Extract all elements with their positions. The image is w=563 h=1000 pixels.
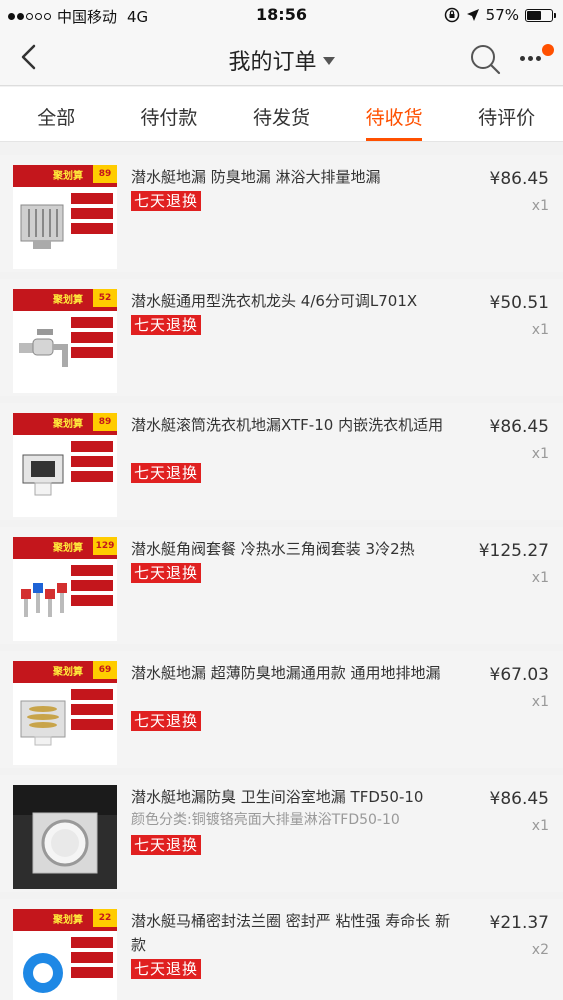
tab-pending-shipment[interactable]: 待发货 <box>225 87 338 141</box>
product-quantity: x1 <box>531 446 549 462</box>
thumb-promo-text: 聚划算 <box>53 419 83 430</box>
product-thumbnail <box>13 785 117 889</box>
product-thumbnail: 聚划算 52 <box>13 289 117 393</box>
product-price: ¥67.03 <box>489 665 549 685</box>
refund-badge: 七天退换 <box>131 315 202 335</box>
caret-down-icon <box>322 57 335 65</box>
order-item[interactable]: 潜水艇地漏防臭 卫生间浴室地漏 TFD50-10 颜色分类:铜镀铬亮面大排量淋浴… <box>0 775 563 892</box>
product-thumbnail: 聚划算 129 <box>13 537 117 641</box>
tab-pending-review[interactable]: 待评价 <box>450 87 563 141</box>
order-item[interactable]: 聚划算 89 潜水艇滚筒洗衣机地漏XTF-10 内嵌洗衣机适用 七天退换 ¥86… <box>0 403 563 520</box>
more-button[interactable] <box>516 44 556 74</box>
product-quantity: x1 <box>531 818 549 834</box>
refund-badge: 七天退换 <box>131 563 202 583</box>
search-icon <box>471 45 501 75</box>
product-quantity: x1 <box>531 198 549 214</box>
product-title: 潜水艇地漏 防臭地漏 淋浴大排量地漏 <box>131 168 381 186</box>
refund-badge: 七天退换 <box>131 835 202 855</box>
search-button[interactable] <box>468 42 502 76</box>
washer-drain-image <box>22 454 64 496</box>
rotation-lock-icon <box>444 7 459 23</box>
product-quantity: x1 <box>531 694 549 710</box>
refund-badge: 七天退换 <box>131 711 202 731</box>
tab-pending-receipt[interactable]: 待收货 <box>338 87 451 141</box>
product-title: 潜水艇通用型洗衣机龙头 4/6分可调L701X <box>131 292 418 310</box>
thumb-promo-text: 聚划算 <box>53 295 83 306</box>
thumb-promo-text: 聚划算 <box>53 915 83 926</box>
product-price: ¥50.51 <box>489 293 549 313</box>
thumb-price-tag: 89 <box>93 165 117 183</box>
page-title-text: 我的订单 <box>228 50 317 75</box>
order-item[interactable]: 聚划算 52 潜水艇通用型洗衣机龙头 4/6分可调L701X 七天退换 ¥50.… <box>0 279 563 396</box>
product-thumbnail: 聚划算 89 <box>13 165 117 269</box>
order-item[interactable]: 聚划算 69 潜水艇地漏 超薄防臭地漏通用款 通用地排地漏 七天退换 ¥67.0… <box>0 651 563 768</box>
product-price: ¥21.37 <box>489 913 549 933</box>
chrome-drain-image <box>32 812 98 874</box>
more-icon <box>520 56 541 61</box>
thumb-promo-text: 聚划算 <box>53 171 83 182</box>
product-price: ¥86.45 <box>489 417 549 437</box>
order-item[interactable]: 聚划算 89 潜水艇地漏 防臭地漏 淋浴大排量地漏 七天退换 ¥86.45 x1 <box>0 155 563 272</box>
order-tabs: 全部 待付款 待发货 待收货 待评价 <box>0 87 563 142</box>
thumb-price-tag: 89 <box>93 413 117 431</box>
product-thumbnail: 聚划算 69 <box>13 661 117 765</box>
seal-ring-image <box>23 953 63 993</box>
tab-all[interactable]: 全部 <box>0 87 113 141</box>
product-title: 潜水艇马桶密封法兰圈 密封严 粘性强 寿命长 新款 <box>131 912 451 954</box>
floor-drain-image <box>20 204 64 249</box>
angle-valve-image <box>21 583 67 617</box>
thumb-price-tag: 22 <box>93 909 117 927</box>
thumb-price-tag: 129 <box>93 537 117 555</box>
slim-drain-image <box>20 700 66 746</box>
product-quantity: x1 <box>531 322 549 338</box>
tab-pending-payment[interactable]: 待付款 <box>113 87 226 141</box>
refund-badge: 七天退换 <box>131 191 202 211</box>
product-title: 潜水艇角阀套餐 冷热水三角阀套装 3冷2热 <box>131 540 415 558</box>
order-item[interactable]: 聚划算 22 潜水艇马桶密封法兰圈 密封严 粘性强 寿命长 新款 七天退换 ¥2… <box>0 899 563 1000</box>
product-title: 潜水艇滚筒洗衣机地漏XTF-10 内嵌洗衣机适用 <box>131 416 444 434</box>
thumb-price-tag: 69 <box>93 661 117 679</box>
product-title: 潜水艇地漏防臭 卫生间浴室地漏 TFD50-10 <box>131 788 424 806</box>
notification-dot <box>542 44 554 56</box>
nav-bar: 我的订单 <box>0 30 563 86</box>
product-quantity: x1 <box>531 570 549 586</box>
refund-badge: 七天退换 <box>131 959 202 979</box>
refund-badge: 七天退换 <box>131 463 202 483</box>
order-item[interactable]: 聚划算 129 潜水艇角阀套餐 冷热水三角阀套装 3冷2热 七天退换 ¥125.… <box>0 527 563 644</box>
product-variant: 颜色分类:铜镀铬亮面大排量淋浴TFD50-10 <box>131 812 400 828</box>
product-price: ¥86.45 <box>489 789 549 809</box>
status-bar: 中国移动 4G 18:56 57% <box>0 0 563 30</box>
battery-percent: 57% <box>485 6 519 24</box>
status-right: 57% <box>444 6 556 24</box>
product-quantity: x2 <box>531 942 549 958</box>
location-arrow-icon <box>466 9 479 21</box>
battery-icon <box>525 8 556 22</box>
faucet-image <box>19 329 68 367</box>
thumb-promo-text: 聚划算 <box>53 667 83 678</box>
product-title: 潜水艇地漏 超薄防臭地漏通用款 通用地排地漏 <box>131 664 441 682</box>
thumb-price-tag: 52 <box>93 289 117 307</box>
thumb-promo-text: 聚划算 <box>53 543 83 554</box>
product-price: ¥86.45 <box>489 169 549 189</box>
product-price: ¥125.27 <box>478 541 549 561</box>
product-thumbnail: 聚划算 89 <box>13 413 117 517</box>
product-thumbnail: 聚划算 22 <box>13 909 117 1000</box>
